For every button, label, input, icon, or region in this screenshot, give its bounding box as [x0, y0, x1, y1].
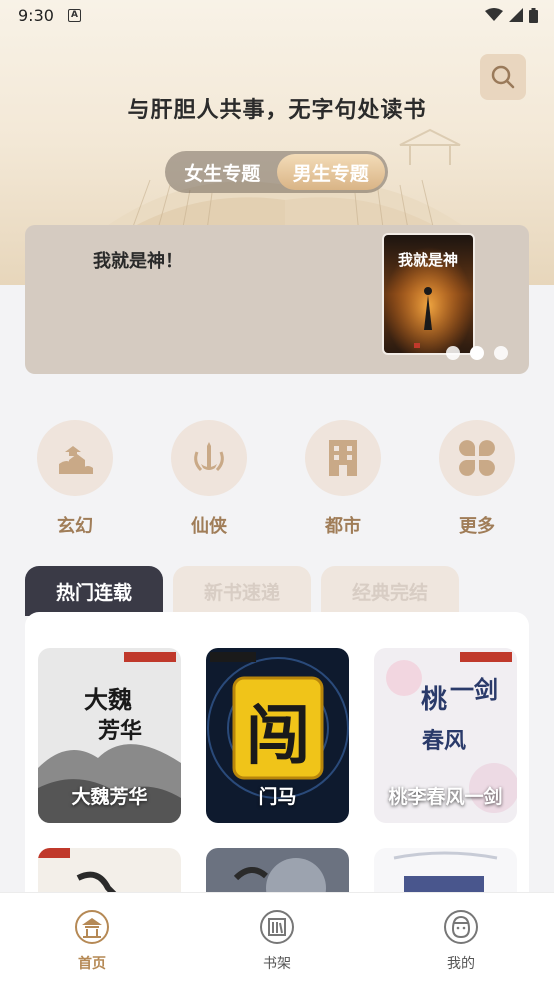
category-label: 仙侠	[191, 516, 227, 537]
svg-text:芳华: 芳华	[98, 718, 142, 744]
featured-banner[interactable]: 我就是神！ 我就是神	[25, 225, 529, 374]
tab-male[interactable]: 男生专题	[276, 154, 385, 190]
banner-cover-art: 我就是神	[384, 235, 473, 353]
search-button[interactable]	[480, 54, 526, 100]
tab-female[interactable]: 女生专题	[168, 154, 277, 190]
category-label: 玄幻	[57, 516, 93, 537]
book-list-panel: 大魏 芳华 大魏芳华 闯 门马 桃 一剑 春风 桃李春风一剑	[25, 612, 529, 912]
category-dushi[interactable]: 都市	[298, 420, 388, 538]
book-card[interactable]: 闯 门马	[206, 648, 349, 823]
category-xuanhuan[interactable]: 玄幻	[30, 420, 120, 538]
gender-toggle: 女生专题 男生专题	[165, 151, 388, 193]
pagination-dot[interactable]	[446, 346, 460, 360]
mountain-icon	[59, 446, 93, 474]
nav-home[interactable]: 首页	[47, 909, 137, 973]
book-title: 门马	[258, 786, 297, 808]
profile-icon	[444, 910, 478, 944]
wifi-icon	[485, 8, 503, 21]
status-bar: 9:30 A	[0, 0, 554, 30]
tab-new-books[interactable]: 新书速递	[173, 566, 311, 616]
pagination-dot[interactable]	[494, 346, 508, 360]
book-card[interactable]: 桃 一剑 春风 桃李春风一剑	[374, 648, 517, 823]
bookshelf-icon	[260, 910, 294, 944]
notification-icon: A	[67, 8, 81, 22]
bottom-nav: 首页 书架 我的	[0, 892, 554, 984]
nav-label: 我的	[447, 956, 475, 972]
nav-label: 首页	[78, 956, 106, 972]
banner-title: 我就是神！	[93, 251, 183, 272]
banner-pagination	[446, 346, 508, 360]
battery-icon	[529, 7, 538, 23]
nav-bookshelf[interactable]: 书架	[232, 909, 322, 973]
pagination-dot-active[interactable]	[470, 346, 484, 360]
section-tabs: 热门连载 新书速递 经典完结	[25, 566, 529, 616]
svg-text:桃: 桃	[421, 685, 447, 715]
tab-hot-serial[interactable]: 热门连载	[25, 566, 163, 616]
banner-book-cover[interactable]: 我就是神	[382, 233, 475, 355]
nav-profile[interactable]: 我的	[416, 909, 506, 973]
home-pavilion-icon	[75, 910, 109, 944]
tab-classic-complete[interactable]: 经典完结	[321, 566, 459, 616]
book-title: 桃李春风一剑	[388, 786, 503, 808]
category-label: 更多	[459, 516, 495, 537]
book-title: 大魏芳华	[71, 786, 148, 808]
book-card[interactable]: 大魏 芳华 大魏芳华	[38, 648, 181, 823]
book-cover-char: 闯	[246, 700, 310, 774]
hero-slogan: 与肝胆人共事，无字句处读书	[127, 97, 427, 123]
status-icons	[485, 7, 538, 23]
status-time: 9:30	[18, 5, 54, 25]
category-label: 都市	[325, 516, 361, 537]
building-icon	[329, 440, 357, 476]
nav-label: 书架	[263, 956, 291, 972]
svg-text:一剑: 一剑	[450, 675, 498, 704]
grid-icon	[459, 440, 495, 476]
svg-text:大魏: 大魏	[84, 685, 132, 714]
svg-text:春风: 春风	[422, 728, 466, 754]
category-xianxia[interactable]: 仙侠	[164, 420, 254, 538]
sword-icon	[194, 442, 224, 472]
signal-icon	[509, 8, 523, 22]
banner-cover-title: 我就是神	[398, 251, 458, 269]
category-more[interactable]: 更多	[432, 420, 522, 538]
search-icon	[491, 65, 515, 89]
category-row: 玄幻 仙侠 都市 更多	[0, 420, 554, 540]
